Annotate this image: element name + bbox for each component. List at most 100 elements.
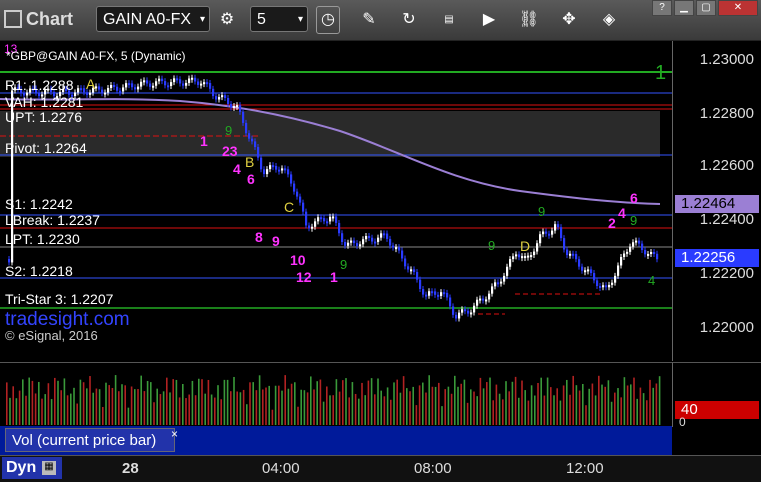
pencil-icon[interactable]: ✎ (358, 9, 380, 31)
candle (395, 247, 398, 250)
candle (389, 238, 392, 246)
volume-axis: 40 0 (672, 362, 761, 429)
level-labels: R1: 1.2288 VAH: 1.2281 UPT: 1.2276 Pivot: 1… (0, 41, 300, 341)
volume-bar (284, 375, 286, 425)
candle (419, 279, 422, 289)
volume-bar (370, 378, 373, 425)
candle (365, 236, 368, 240)
candle (461, 309, 464, 313)
volume-bar (591, 383, 594, 425)
symbol-input[interactable]: GAIN A0-FX ▾ (96, 6, 210, 32)
candle (473, 305, 476, 313)
volume-bar (463, 379, 466, 425)
interval-input[interactable]: 5 ▾ (250, 6, 308, 32)
candle (311, 226, 314, 229)
volume-bar (271, 409, 274, 425)
candle (329, 216, 332, 222)
volume-bar (92, 392, 94, 425)
volume-bar (354, 393, 357, 425)
symbol-dropdown-icon[interactable]: ▾ (200, 7, 205, 33)
candle (560, 227, 563, 239)
candle (407, 266, 410, 270)
volume-bar (281, 390, 283, 425)
volume-chart[interactable] (0, 362, 672, 427)
time-axis[interactable]: Dyn ▦ 28 04:00 08:00 12:00 (0, 455, 761, 482)
candle (317, 217, 320, 222)
play-icon[interactable]: ▶ (478, 9, 500, 31)
maximize-icon[interactable]: ▢ (696, 0, 716, 16)
volume-bar (262, 389, 264, 425)
level-label: Tri-Star 3: 1.2207 (5, 291, 114, 307)
candle (548, 233, 551, 236)
candle (377, 237, 380, 242)
pane-label[interactable]: Dyn ▦ (2, 457, 62, 479)
candle (572, 253, 575, 256)
settings-icon[interactable]: ⚙ (216, 9, 238, 31)
volume-bar (351, 382, 354, 425)
candle (452, 306, 455, 315)
volume-bar (534, 395, 536, 425)
clock-icon[interactable]: ◷ (316, 6, 340, 34)
layout-icon[interactable] (4, 10, 22, 28)
pane-settings-icon[interactable]: ▦ (42, 461, 56, 475)
candle (314, 221, 317, 227)
minimize-icon[interactable]: ▁ (674, 0, 694, 16)
volume-bar (630, 384, 632, 425)
volume-bar (175, 379, 178, 425)
volume-bar (169, 392, 171, 425)
refresh-icon[interactable]: ↻ (398, 9, 420, 31)
volume-bar (585, 405, 587, 425)
count-4b: 4 (618, 205, 626, 221)
volume-bar (482, 388, 485, 425)
volume-bar (604, 386, 606, 425)
sync-icon[interactable]: ◈ (598, 9, 620, 31)
candle (518, 254, 521, 258)
help-icon[interactable]: ? (652, 0, 672, 16)
volume-bar (550, 387, 552, 425)
volume-bar (143, 391, 146, 425)
candle (638, 240, 641, 244)
cursor-icon[interactable]: ✥ (558, 9, 580, 31)
candle (359, 244, 362, 247)
volume-bar (153, 402, 155, 425)
volume-bar (127, 407, 130, 425)
candle (464, 309, 467, 312)
volume-bar (172, 379, 174, 425)
volume-bar (34, 393, 37, 425)
volume-bar (553, 395, 555, 425)
volume-bar (578, 390, 581, 425)
link-icon[interactable]: ⛓ (518, 9, 540, 31)
candle (623, 253, 626, 258)
volume-bar (556, 388, 558, 425)
price-axis[interactable]: 1.23000 1.22800 1.22600 1.22400 1.22200 … (672, 41, 761, 361)
volume-bar (377, 378, 379, 425)
volume-bar (530, 385, 533, 425)
candle (332, 216, 335, 219)
volume-bar (601, 384, 603, 425)
volume-bar (418, 385, 421, 425)
close-icon[interactable]: ✕ (718, 0, 758, 16)
volume-bar (594, 395, 597, 425)
get-icon[interactable]: ▤ (438, 9, 460, 31)
volume-bar (390, 399, 392, 425)
volume-bar (300, 389, 302, 425)
volume-bar (617, 388, 619, 425)
candle (470, 312, 473, 315)
volume-bar (214, 397, 216, 425)
volume-bar (444, 389, 446, 425)
candle (479, 298, 482, 301)
interval-dropdown-icon[interactable]: ▾ (298, 7, 303, 33)
volume-bar (188, 394, 190, 425)
candle (413, 269, 416, 273)
candle (485, 299, 488, 302)
volume-bar (242, 389, 245, 425)
volume-close-icon[interactable]: × (171, 427, 178, 441)
volume-bar (489, 377, 491, 425)
volume-bar (598, 375, 600, 425)
candle (380, 233, 383, 238)
candle (494, 282, 497, 287)
candle (344, 241, 347, 246)
candle (392, 245, 395, 248)
candle (368, 236, 371, 239)
volume-bar (543, 395, 546, 425)
